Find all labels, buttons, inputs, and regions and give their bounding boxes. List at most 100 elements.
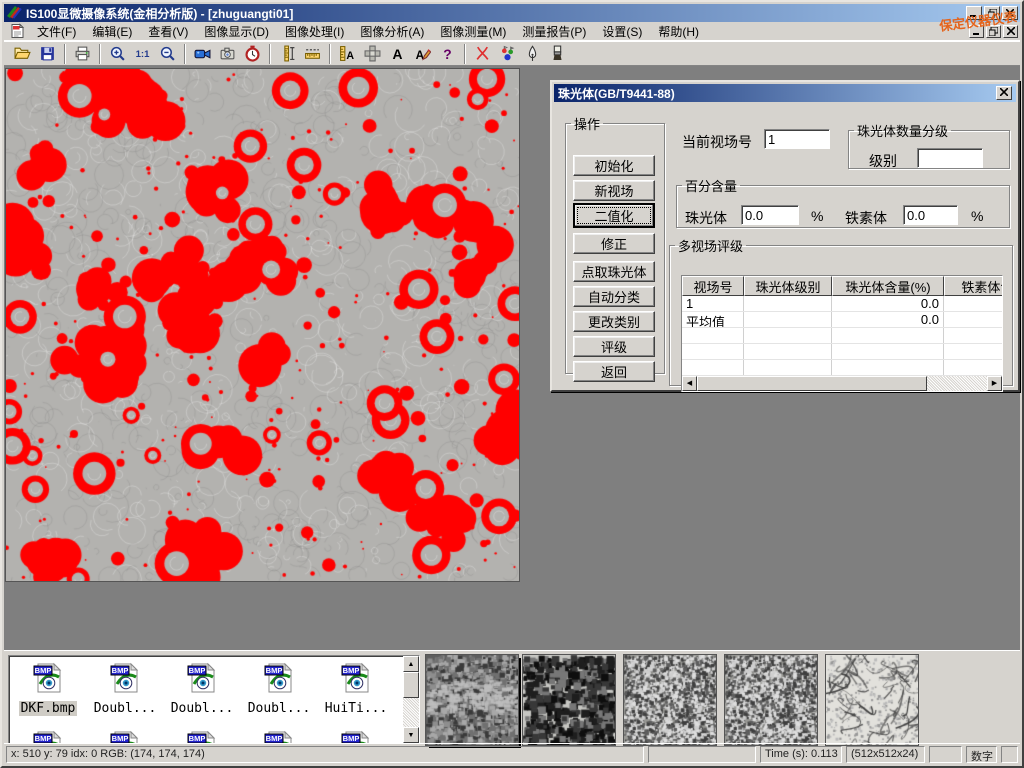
- sample-thumbnail[interactable]: [724, 654, 818, 746]
- document-icon[interactable]: [9, 23, 26, 39]
- bmp-file-icon: BMP: [109, 662, 141, 694]
- menu-item[interactable]: 图像分析(A): [352, 21, 432, 42]
- scroll-right-button[interactable]: ▶: [987, 376, 1002, 391]
- filelist-vscrollbar[interactable]: ▲ ▼: [403, 656, 419, 743]
- scroll-up-button[interactable]: ▲: [403, 656, 419, 672]
- op-button-9[interactable]: 返回: [573, 361, 655, 382]
- minimize-button[interactable]: [966, 6, 982, 20]
- current-field-input[interactable]: [764, 129, 830, 149]
- text-tool-button[interactable]: A: [385, 43, 410, 65]
- video-camera-button[interactable]: [190, 43, 215, 65]
- file-item[interactable]: BMPHuiTi...: [319, 662, 393, 717]
- table-cell: [744, 344, 832, 359]
- file-item-partial[interactable]: BMP: [165, 730, 239, 744]
- actual-size-button[interactable]: 1:1: [130, 43, 155, 65]
- help-button[interactable]: ?: [435, 43, 460, 65]
- menu-item[interactable]: 帮助(H): [650, 21, 707, 42]
- dialog-close-button[interactable]: [996, 86, 1012, 100]
- classify-button[interactable]: [495, 43, 520, 65]
- capture-button[interactable]: [215, 43, 240, 65]
- open-folder-button[interactable]: [10, 43, 35, 65]
- op-button-1[interactable]: 初始化: [573, 155, 655, 176]
- brush-tool-button[interactable]: [545, 43, 570, 65]
- op-button-8[interactable]: 评级: [573, 336, 655, 357]
- pearlite-input[interactable]: [741, 205, 799, 225]
- table-row[interactable]: 10.0: [682, 296, 1002, 312]
- ferrite-input[interactable]: [903, 205, 958, 225]
- file-item-partial[interactable]: BMP: [319, 730, 393, 744]
- op-button-5[interactable]: 点取珠光体: [573, 261, 655, 282]
- filelist-scroll-thumb[interactable]: [403, 672, 419, 698]
- menu-item[interactable]: 编辑(E): [84, 21, 140, 42]
- file-item-partial[interactable]: BMP: [242, 730, 316, 744]
- save-button[interactable]: [35, 43, 60, 65]
- menu-item[interactable]: 设置(S): [594, 21, 650, 42]
- table-row[interactable]: [682, 344, 1002, 360]
- grid-tool-button[interactable]: [360, 43, 385, 65]
- timer-button[interactable]: [240, 43, 265, 65]
- micrograph-image[interactable]: [5, 68, 520, 582]
- file-item[interactable]: BMPDoubl...: [88, 662, 162, 717]
- dialog-title-bar[interactable]: 珠光体(GB/T9441-88): [554, 84, 1016, 102]
- video-camera-icon: [194, 45, 211, 62]
- sample-thumbnail[interactable]: [425, 654, 519, 746]
- table-header-cell[interactable]: 珠光体含量(%): [832, 276, 944, 296]
- table-row[interactable]: [682, 360, 1002, 376]
- op-button-3[interactable]: 二值化: [573, 203, 655, 228]
- ruler-icon: [304, 45, 321, 62]
- scroll-left-button[interactable]: ◀: [682, 376, 697, 391]
- menu-item[interactable]: 测量报告(P): [514, 21, 594, 42]
- menu-item[interactable]: 查看(V): [140, 21, 196, 42]
- menu-item[interactable]: 图像测量(M): [432, 21, 514, 42]
- svg-text:BMP: BMP: [35, 734, 52, 743]
- op-button-2[interactable]: 新视场: [573, 180, 655, 201]
- svg-text:BMP: BMP: [112, 734, 129, 743]
- caliper-button[interactable]: [275, 43, 300, 65]
- zoom-out-button[interactable]: [155, 43, 180, 65]
- sample-thumbnail[interactable]: [623, 654, 717, 746]
- bmp-file-icon: BMP: [109, 730, 141, 744]
- op-button-6[interactable]: 自动分类: [573, 286, 655, 307]
- svg-text:BMP: BMP: [35, 666, 52, 675]
- child-restore-button[interactable]: [986, 25, 1001, 38]
- file-item[interactable]: BMPDoubl...: [242, 662, 316, 717]
- table-header-cell[interactable]: 珠光体级别: [744, 276, 832, 296]
- file-list[interactable]: BMPDKF.bmpBMPDoubl...BMPDoubl...BMPDoubl…: [8, 655, 420, 744]
- scrollbar-thumb[interactable]: [697, 376, 927, 391]
- restore-button[interactable]: [984, 6, 1000, 20]
- table-header-cell[interactable]: 铁素体含量(%): [944, 276, 1003, 296]
- table-header-cell[interactable]: 视场号: [682, 276, 744, 296]
- sample-thumbnail[interactable]: [522, 654, 616, 746]
- close-button[interactable]: [1002, 6, 1018, 20]
- menu-item[interactable]: 图像显示(D): [196, 21, 277, 42]
- annotate-button[interactable]: A: [410, 43, 435, 65]
- file-item[interactable]: BMPDKF.bmp: [11, 662, 85, 717]
- file-item-partial[interactable]: BMP: [88, 730, 162, 744]
- grade-label: 级别: [869, 151, 897, 171]
- op-button-7[interactable]: 更改类别: [573, 311, 655, 332]
- child-close-button[interactable]: [1003, 25, 1018, 38]
- zoom-in-icon: [109, 45, 126, 62]
- menu-item[interactable]: 图像处理(I): [277, 21, 352, 42]
- file-item[interactable]: BMPDoubl...: [165, 662, 239, 717]
- pen-tool-button[interactable]: [520, 43, 545, 65]
- table-row[interactable]: 平均值0.0: [682, 312, 1002, 328]
- ruler-button[interactable]: [300, 43, 325, 65]
- scroll-down-button[interactable]: ▼: [403, 727, 419, 743]
- print-button[interactable]: [70, 43, 95, 65]
- curve-tool-button[interactable]: [470, 43, 495, 65]
- menu-item[interactable]: 文件(F): [29, 21, 84, 42]
- measure-scale-button[interactable]: A: [335, 43, 360, 65]
- table-hscrollbar[interactable]: ◀ ▶: [682, 376, 1002, 391]
- child-minimize-button[interactable]: [969, 25, 984, 38]
- op-button-4[interactable]: 修正: [573, 233, 655, 254]
- zoom-in-button[interactable]: [105, 43, 130, 65]
- grade-input[interactable]: [917, 148, 983, 168]
- table-cell: [832, 344, 944, 359]
- sample-thumbnail[interactable]: [825, 654, 919, 746]
- file-item-partial[interactable]: BMP: [11, 730, 85, 744]
- table-row[interactable]: [682, 328, 1002, 344]
- ferrite-label: 铁素体: [845, 208, 887, 228]
- scrollbar-track[interactable]: [927, 376, 987, 391]
- rating-table[interactable]: 视场号珠光体级别珠光体含量(%)铁素体含量(%) 10.0平均值0.0 ◀ ▶: [681, 275, 1003, 392]
